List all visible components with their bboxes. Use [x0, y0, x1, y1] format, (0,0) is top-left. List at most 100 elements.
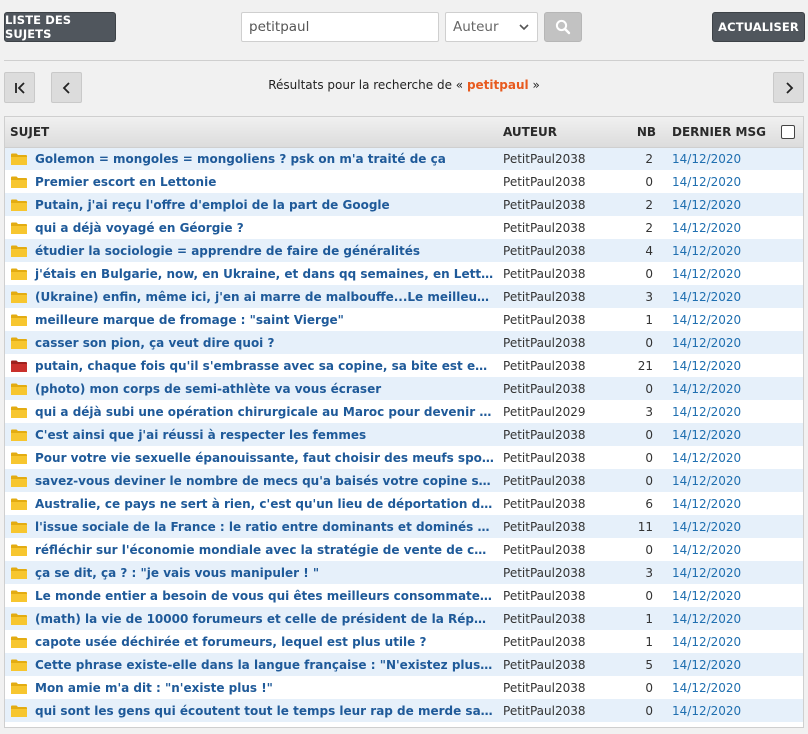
topic-title-link[interactable]: Golemon = mongoles = mongoliens ? psk on…	[32, 147, 498, 170]
topic-last-message-date[interactable]: 14/12/2020	[664, 653, 768, 676]
table-row[interactable]: Mon amie m'a dit : "n'existe plus !" Peti…	[5, 676, 803, 699]
topic-last-message-date[interactable]: 14/12/2020	[664, 354, 768, 377]
topic-last-message-date[interactable]: 14/12/2020	[664, 584, 768, 607]
topic-last-message-date[interactable]: 14/12/2020	[664, 239, 768, 262]
topic-last-message-date[interactable]: 14/12/2020	[664, 676, 768, 699]
table-row[interactable]: ça se dit, ça ? : "je vais vous manipule…	[5, 561, 804, 584]
topic-author[interactable]: PetitPaul2038	[498, 193, 608, 216]
topic-title-link[interactable]: j'étais en Bulgarie, now, en Ukraine, et…	[32, 262, 498, 285]
search-type-select[interactable]: Auteur	[445, 12, 538, 42]
table-row[interactable]: savez-vous deviner le nombre de mecs qu'…	[5, 469, 804, 492]
topic-author[interactable]: PetitPaul2038	[498, 377, 608, 400]
table-row[interactable]: Cette phrase existe-elle dans la langue …	[5, 653, 804, 676]
topic-title-link[interactable]: casser son pion, ça veut dire quoi ?	[32, 331, 498, 354]
topic-title-link[interactable]: qui a déjà voyagé en Géorgie ?	[32, 216, 498, 239]
table-row[interactable]: qui a déjà voyagé en Géorgie ? PetitPaul2…	[5, 216, 803, 239]
topic-author[interactable]: PetitPaul2038	[498, 239, 608, 262]
topic-title-link[interactable]: Premier escort en Lettonie	[32, 170, 498, 193]
table-row[interactable]: casser son pion, ça veut dire quoi ? Peti…	[5, 331, 804, 354]
topic-author[interactable]: PetitPaul2038	[498, 170, 608, 193]
topic-author[interactable]: PetitPaul2038	[498, 699, 608, 722]
topic-title-link[interactable]: C'est ainsi que j'ai réussi à respecter …	[32, 423, 498, 446]
topic-last-message-date[interactable]: 14/12/2020	[664, 216, 768, 239]
table-row[interactable]: Golemon = mongoles = mongoliens ? psk on…	[5, 147, 804, 170]
topic-author[interactable]: PetitPaul2029	[498, 400, 608, 423]
table-row[interactable]: capote usée déchirée et forumeurs, leque…	[5, 630, 803, 653]
topic-last-message-date[interactable]: 14/12/2020	[664, 469, 768, 492]
topic-author[interactable]: PetitPaul2038	[498, 423, 608, 446]
table-row[interactable]: réfléchir sur l'économie mondiale avec l…	[5, 538, 803, 561]
topic-title-link[interactable]: qui a déjà subi une opération chirurgica…	[32, 400, 498, 423]
topic-author[interactable]: PetitPaul2038	[498, 492, 608, 515]
table-row[interactable]: (Ukraine) enfin, même ici, j'en ai marre…	[5, 285, 804, 308]
topic-title-link[interactable]: capote usée déchirée et forumeurs, leque…	[32, 630, 498, 653]
topic-author[interactable]: PetitPaul2038	[498, 216, 608, 239]
topic-author[interactable]: PetitPaul2038	[498, 515, 608, 538]
topic-last-message-date[interactable]: 14/12/2020	[664, 170, 768, 193]
table-row[interactable]: (photo) mon corps de semi-athlète va vou…	[5, 377, 804, 400]
topic-title-link[interactable]: Putain, j'ai reçu l'offre d'emploi de la…	[32, 193, 498, 216]
topic-author[interactable]: PetitPaul2038	[498, 538, 608, 561]
topic-last-message-date[interactable]: 14/12/2020	[664, 193, 768, 216]
topic-author[interactable]: PetitPaul2038	[498, 584, 608, 607]
topic-title-link[interactable]: qui sont les gens qui écoutent tout le t…	[32, 699, 498, 722]
topic-title-link[interactable]: l'issue sociale de la France : le ratio …	[32, 515, 498, 538]
table-row[interactable]: Premier escort en Lettonie PetitPaul2038 0…	[5, 170, 803, 193]
topic-last-message-date[interactable]: 14/12/2020	[664, 377, 768, 400]
topic-title-link[interactable]: savez-vous deviner le nombre de mecs qu'…	[32, 469, 498, 492]
header-author[interactable]: AUTEUR	[498, 117, 609, 148]
table-row[interactable]: Pour votre vie sexuelle épanouissante, f…	[5, 446, 803, 469]
topic-author[interactable]: PetitPaul2038	[498, 446, 608, 469]
topic-last-message-date[interactable]: 14/12/2020	[664, 331, 768, 354]
topic-last-message-date[interactable]: 14/12/2020	[664, 262, 768, 285]
topic-title-link[interactable]: Le monde entier a besoin de vous qui ête…	[32, 584, 498, 607]
topic-title-link[interactable]: Australie, ce pays ne sert à rien, c'est…	[32, 492, 498, 515]
topic-title-link[interactable]: réfléchir sur l'économie mondiale avec l…	[32, 538, 498, 561]
topic-last-message-date[interactable]: 14/12/2020	[664, 308, 768, 331]
table-row[interactable]: qui sont les gens qui écoutent tout le t…	[5, 699, 804, 722]
topic-title-link[interactable]: Mon amie m'a dit : "n'existe plus !"	[32, 676, 498, 699]
topic-last-message-date[interactable]: 14/12/2020	[664, 492, 768, 515]
table-row[interactable]: Australie, ce pays ne sert à rien, c'est…	[5, 492, 803, 515]
next-page-button[interactable]	[773, 72, 804, 103]
topic-author[interactable]: PetitPaul2038	[498, 653, 608, 676]
table-row[interactable]: étudier la sociologie = apprendre de fai…	[5, 239, 804, 262]
table-row[interactable]: putain, chaque fois qu'il s'embrasse ave…	[5, 354, 803, 377]
table-row[interactable]: meilleure marque de fromage : "saint Vie…	[5, 308, 803, 331]
topic-last-message-date[interactable]: 14/12/2020	[664, 561, 768, 584]
topic-author[interactable]: PetitPaul2038	[498, 607, 608, 630]
topic-author[interactable]: PetitPaul2038	[498, 561, 608, 584]
header-subject[interactable]: SUJET	[5, 117, 499, 148]
table-row[interactable]: C'est ainsi que j'ai réussi à respecter …	[5, 423, 804, 446]
topic-title-link[interactable]: meilleure marque de fromage : "saint Vie…	[32, 308, 498, 331]
topic-last-message-date[interactable]: 14/12/2020	[664, 446, 768, 469]
search-input[interactable]: petitpaul	[241, 12, 439, 42]
topic-last-message-date[interactable]: 14/12/2020	[664, 538, 768, 561]
topic-author[interactable]: PetitPaul2038	[498, 331, 608, 354]
header-count[interactable]: NB	[608, 117, 665, 148]
topic-last-message-date[interactable]: 14/12/2020	[664, 515, 768, 538]
table-row[interactable]: l'issue sociale de la France : le ratio …	[5, 515, 804, 538]
table-row[interactable]: Le monde entier a besoin de vous qui ête…	[5, 584, 803, 607]
topic-author[interactable]: PetitPaul2038	[498, 630, 608, 653]
table-row[interactable]: (math) la vie de 10000 forumeurs et cell…	[5, 607, 804, 630]
topic-title-link[interactable]: (Ukraine) enfin, même ici, j'en ai marre…	[32, 285, 498, 308]
topic-author[interactable]: PetitPaul2038	[498, 147, 608, 170]
header-last-message[interactable]: DERNIER MSG	[664, 117, 769, 148]
topic-last-message-date[interactable]: 14/12/2020	[664, 607, 768, 630]
topic-last-message-date[interactable]: 14/12/2020	[664, 285, 768, 308]
topic-author[interactable]: PetitPaul2038	[498, 262, 608, 285]
topic-author[interactable]: PetitPaul2038	[498, 354, 608, 377]
topic-title-link[interactable]: ça se dit, ça ? : "je vais vous manipule…	[32, 561, 498, 584]
topic-title-link[interactable]: étudier la sociologie = apprendre de fai…	[32, 239, 498, 262]
topic-title-link[interactable]: (photo) mon corps de semi-athlète va vou…	[32, 377, 498, 400]
topic-title-link[interactable]: (math) la vie de 10000 forumeurs et cell…	[32, 607, 498, 630]
topic-author[interactable]: PetitPaul2038	[498, 308, 608, 331]
topic-last-message-date[interactable]: 14/12/2020	[664, 699, 768, 722]
header-select-all[interactable]	[768, 117, 804, 148]
topic-last-message-date[interactable]: 14/12/2020	[664, 630, 768, 653]
table-row[interactable]: qui a déjà subi une opération chirurgica…	[5, 400, 803, 423]
table-row[interactable]: Putain, j'ai reçu l'offre d'emploi de la…	[5, 193, 804, 216]
topic-title-link[interactable]: Cette phrase existe-elle dans la langue …	[32, 653, 498, 676]
topic-title-link[interactable]: putain, chaque fois qu'il s'embrasse ave…	[32, 354, 498, 377]
